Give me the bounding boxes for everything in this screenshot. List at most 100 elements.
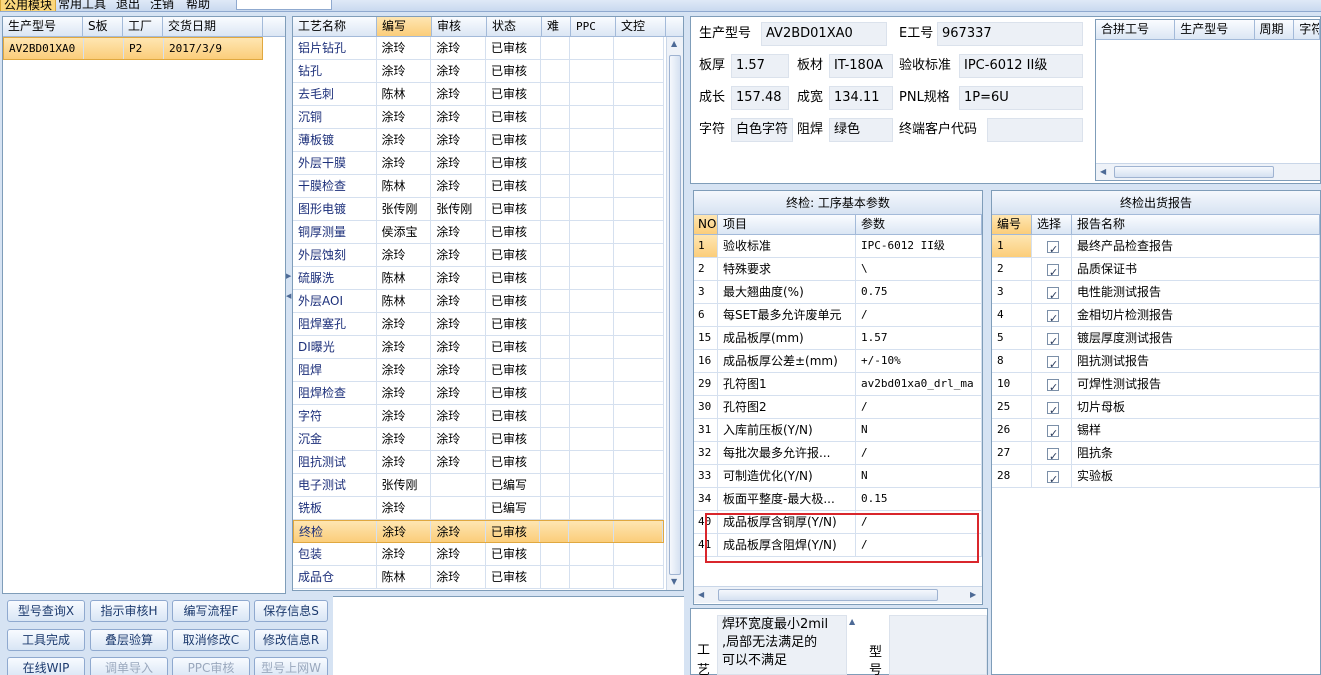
merge-hscroll-thumb[interactable] [1114,166,1274,178]
process-row[interactable]: DI曝光 涂玲 涂玲 已审核 [293,336,664,359]
process-row[interactable]: 沉铜 涂玲 涂玲 已审核 [293,106,664,129]
param-row[interactable]: 29 孔符图1 av2bd01xa0_drl_ma [694,373,982,396]
online-wip-button[interactable]: 在线WIP [7,657,85,675]
col-delivery-date[interactable]: 交货日期 [163,17,263,36]
length-field[interactable]: 157.48 [731,86,789,110]
process-row[interactable]: 阻焊检查 涂玲 涂玲 已审核 [293,382,664,405]
process-row[interactable]: 铝片钻孔 涂玲 涂玲 已审核 [293,37,664,60]
param-value[interactable]: av2bd01xa0_drl_ma [856,373,982,395]
report-checkbox-checked-icon[interactable] [1047,446,1059,464]
param-value[interactable]: / [856,304,982,326]
report-checkbox-checked-icon[interactable] [1047,285,1059,303]
param-row[interactable]: 16 成品板厚公差±(mm) +/-10% [694,350,982,373]
menu-help[interactable]: 帮助 [186,0,210,11]
process-row[interactable]: 图形电镀 张传刚 张传刚 已审核 [293,198,664,221]
param-value[interactable]: / [856,442,982,464]
instruction-review-button[interactable]: 指示审核H [90,600,168,622]
menu-exit[interactable]: 退出 [116,0,140,11]
process-row[interactable]: 铣板 涂玲 已编写 [293,497,664,520]
report-checkbox-checked-icon[interactable] [1047,400,1059,418]
char-field[interactable]: 白色字符 [731,118,793,142]
splitter-left-arrow[interactable]: ▶ [286,272,291,280]
param-row[interactable]: 3 最大翘曲度(%) 0.75 [694,281,982,304]
param-value[interactable]: / [856,396,982,418]
col-report-no[interactable]: 编号 [992,215,1032,234]
material-field[interactable]: IT-180A [829,54,893,78]
col-merge-no[interactable]: 合拼工号 [1096,20,1176,39]
col-ppc[interactable]: PPC [571,17,616,36]
scroll-down-icon[interactable]: ▼ [671,577,677,586]
tool-complete-button[interactable]: 工具完成 [7,629,85,651]
report-row[interactable]: 1 最终产品检查报告 [992,235,1320,258]
pnl-field[interactable]: 1P=6U [959,86,1083,110]
report-row[interactable]: 27 阻抗条 [992,442,1320,465]
params-hscroll[interactable]: ◀ ▶ [694,586,982,603]
param-row[interactable]: 33 可制造优化(Y/N) N [694,465,982,488]
param-value[interactable]: IPC-6012 II级 [856,235,982,257]
param-row[interactable]: 15 成品板厚(mm) 1.57 [694,327,982,350]
process-row[interactable]: 硫脲洗 陈林 涂玲 已审核 [293,267,664,290]
process-row[interactable]: 外层蚀刻 涂玲 涂玲 已审核 [293,244,664,267]
report-checkbox-checked-icon[interactable] [1047,239,1059,257]
col-doc-control[interactable]: 文控 [616,17,666,36]
col-no[interactable]: NO [694,215,718,234]
splitter-left-arrow-2[interactable]: ◀ [286,292,291,300]
col-select[interactable]: 选择 [1032,215,1072,234]
process-row[interactable]: 外层干膜 涂玲 涂玲 已审核 [293,152,664,175]
menu-combo-box[interactable] [236,0,332,10]
param-value[interactable]: \ [856,258,982,280]
param-row[interactable]: 30 孔符图2/ [694,396,982,419]
param-row[interactable]: 31 入库前压板(Y/N) N [694,419,982,442]
process-row[interactable]: 薄板镀 涂玲 涂玲 已审核 [293,129,664,152]
merge-hscroll[interactable]: ◀ [1096,163,1320,180]
scroll-up-icon[interactable]: ▲ [671,39,677,48]
param-row[interactable]: 2 特殊要求 \ [694,258,982,281]
param-row[interactable]: 1 验收标准 IPC-6012 II级 [694,235,982,258]
note-model-field[interactable] [889,615,987,675]
col-param[interactable]: 参数 [856,215,982,234]
process-row[interactable]: 阻焊塞孔 涂玲 涂玲 已审核 [293,313,664,336]
params-hscroll-thumb[interactable] [718,589,938,601]
param-value[interactable]: N [856,419,982,441]
process-row[interactable]: 钻孔 涂玲 涂玲 已审核 [293,60,664,83]
report-row[interactable]: 10 可焊性测试报告 [992,373,1320,396]
note-scroll-up-icon[interactable]: ▲ [849,617,855,626]
col-writer[interactable]: 编写 [377,17,432,36]
col-s-board[interactable]: S板 [83,17,123,36]
process-row[interactable]: 字符 涂玲 涂玲 已审核 [293,405,664,428]
mask-field[interactable]: 绿色 [829,118,893,142]
param-value[interactable]: N [856,465,982,487]
col-status[interactable]: 状态 [487,17,542,36]
standard-field[interactable]: IPC-6012 II级 [959,54,1083,78]
report-checkbox-checked-icon[interactable] [1047,331,1059,349]
scroll-left-icon[interactable]: ◀ [1100,167,1106,176]
process-row[interactable]: 电子测试 张传刚 已编写 [293,474,664,497]
param-value[interactable]: 0.15 [856,488,982,510]
col-reviewer[interactable]: 审核 [432,17,487,36]
model-field[interactable]: AV2BD01XA0 [761,22,887,46]
order-row[interactable]: AV2BD01XA0 P2 2017/3/9 [3,37,263,60]
note-textarea[interactable]: 焊环宽度最小2mil ,局部无法满足的 可以不满足 [717,615,847,675]
param-row[interactable]: 6 每SET最多允许废单元 / [694,304,982,327]
report-checkbox-checked-icon[interactable] [1047,308,1059,326]
report-row[interactable]: 26 锡样 [992,419,1320,442]
ppc-review-button[interactable]: PPC审核 [172,657,250,675]
menu-public-modules[interactable]: 公用模块 [0,0,57,11]
process-row[interactable]: 终检 涂玲 涂玲 已审核 [293,520,664,543]
process-row[interactable]: 阻焊 涂玲 涂玲 已审核 [293,359,664,382]
process-row[interactable]: 沉金 涂玲 涂玲 已审核 [293,428,664,451]
report-row[interactable]: 5 镀层厚度测试报告 [992,327,1320,350]
process-row[interactable]: 外层AOI 陈林 涂玲 已审核 [293,290,664,313]
process-row[interactable]: 铜厚测量 侯添宝 涂玲 已审核 [293,221,664,244]
report-checkbox-checked-icon[interactable] [1047,423,1059,441]
edit-info-button[interactable]: 修改信息R [254,629,328,651]
process-row[interactable]: 干膜检查 陈林 涂玲 已审核 [293,175,664,198]
report-row[interactable]: 28 实验板 [992,465,1320,488]
scroll-left-icon[interactable]: ◀ [698,590,704,599]
col-report-name[interactable]: 报告名称 [1072,215,1320,234]
col-process-name[interactable]: 工艺名称 [293,17,377,36]
menu-logout[interactable]: 注销 [150,0,174,11]
param-value[interactable]: +/-10% [856,350,982,372]
col-cycle[interactable]: 周期 [1255,20,1295,39]
report-row[interactable]: 8 阻抗测试报告 [992,350,1320,373]
